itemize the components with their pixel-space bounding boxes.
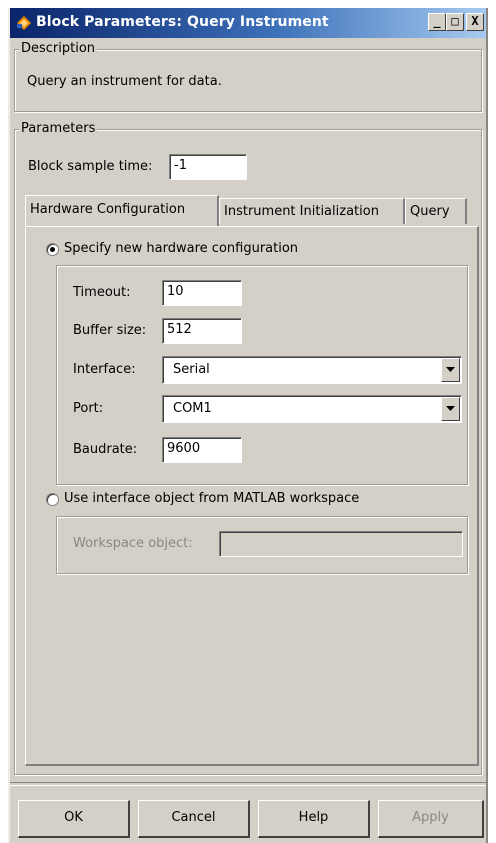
description-legend: Description [19, 41, 98, 56]
buffer-size-label: Buffer size: [73, 323, 147, 338]
tab-query[interactable]: Query [405, 198, 467, 224]
baudrate-label: Baudrate: [73, 442, 138, 457]
button-separator [10, 782, 486, 786]
simulink-block-icon [16, 15, 32, 31]
ok-button[interactable]: OK [18, 800, 130, 838]
maximize-icon[interactable]: □ [446, 13, 464, 31]
workspace-object-input [219, 531, 463, 557]
port-select-value: COM1 [173, 401, 212, 416]
window-title: Block Parameters: Query Instrument [36, 14, 329, 30]
interface-select[interactable]: Serial [162, 356, 462, 384]
cancel-button[interactable]: Cancel [138, 800, 250, 838]
minimize-icon[interactable]: _ [428, 13, 446, 31]
dialog-window: Block Parameters: Query Instrument _ □ X… [8, 8, 488, 843]
interface-label: Interface: [73, 362, 136, 377]
timeout-input[interactable]: 10 [162, 280, 242, 306]
description-group: Description Query an instrument for data… [14, 41, 482, 112]
tab-query-label: Query [410, 204, 450, 219]
dropdown-arrow-icon[interactable] [441, 358, 460, 382]
tab-hardware-configuration-label: Hardware Configuration [30, 202, 186, 217]
radio-icon[interactable] [46, 243, 59, 256]
radio-selected-dot [50, 247, 55, 252]
workspace-group: Workspace object: [56, 516, 468, 574]
title-bar[interactable]: Block Parameters: Query Instrument _ □ X [10, 8, 486, 38]
timeout-label: Timeout: [73, 285, 131, 300]
sample-time-label: Block sample time: [28, 159, 153, 174]
tab-instrument-initialization[interactable]: Instrument Initialization [219, 198, 405, 224]
buffer-size-input[interactable]: 512 [162, 318, 242, 344]
port-label: Port: [73, 401, 104, 416]
hardware-config-group: Timeout: 10 Buffer size: 512 Interface: … [56, 265, 468, 485]
workspace-object-label: Workspace object: [73, 536, 193, 551]
interface-select-value: Serial [173, 362, 210, 377]
baudrate-input[interactable]: 9600 [162, 437, 242, 463]
port-select[interactable]: COM1 [162, 395, 462, 423]
parameters-group: Parameters Block sample time: -1 Hardwar… [14, 121, 482, 775]
description-text: Query an instrument for data. [27, 74, 222, 89]
tab-hardware-configuration[interactable]: Hardware Configuration [25, 195, 219, 226]
parameters-legend: Parameters [19, 121, 98, 136]
sample-time-input[interactable]: -1 [169, 154, 247, 180]
dropdown-arrow-icon[interactable] [441, 397, 460, 421]
tab-panel-hardware: Specify new hardware configuration Timeo… [25, 226, 479, 766]
close-icon[interactable]: X [466, 13, 484, 31]
tab-instrument-initialization-label: Instrument Initialization [224, 204, 379, 219]
tab-strip: Hardware Configuration Instrument Initia… [25, 195, 479, 228]
apply-button: Apply [378, 800, 484, 838]
help-button[interactable]: Help [258, 800, 370, 838]
option-workspace-label[interactable]: Use interface object from MATLAB workspa… [64, 491, 359, 506]
radio-icon[interactable] [46, 493, 59, 506]
option-new-label[interactable]: Specify new hardware configuration [64, 241, 298, 256]
